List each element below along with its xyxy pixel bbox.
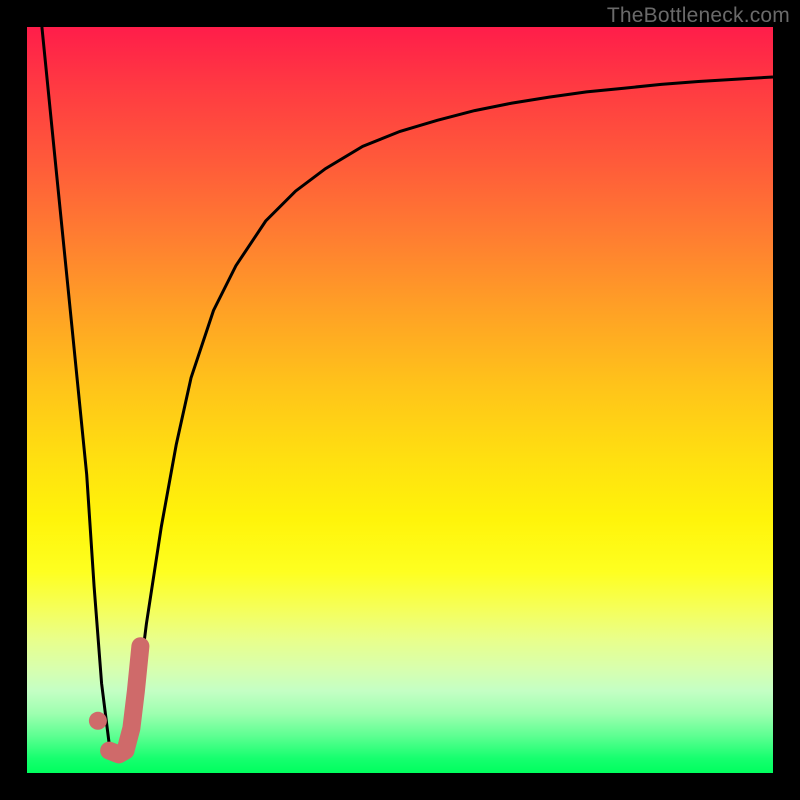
curve-layer xyxy=(27,27,773,773)
watermark-text: TheBottleneck.com xyxy=(607,4,790,28)
chart-frame: TheBottleneck.com xyxy=(0,0,800,800)
bottleneck-curve xyxy=(42,27,773,758)
plot-area xyxy=(27,27,773,773)
marker-hook xyxy=(109,646,140,754)
marker-dot xyxy=(89,712,107,730)
